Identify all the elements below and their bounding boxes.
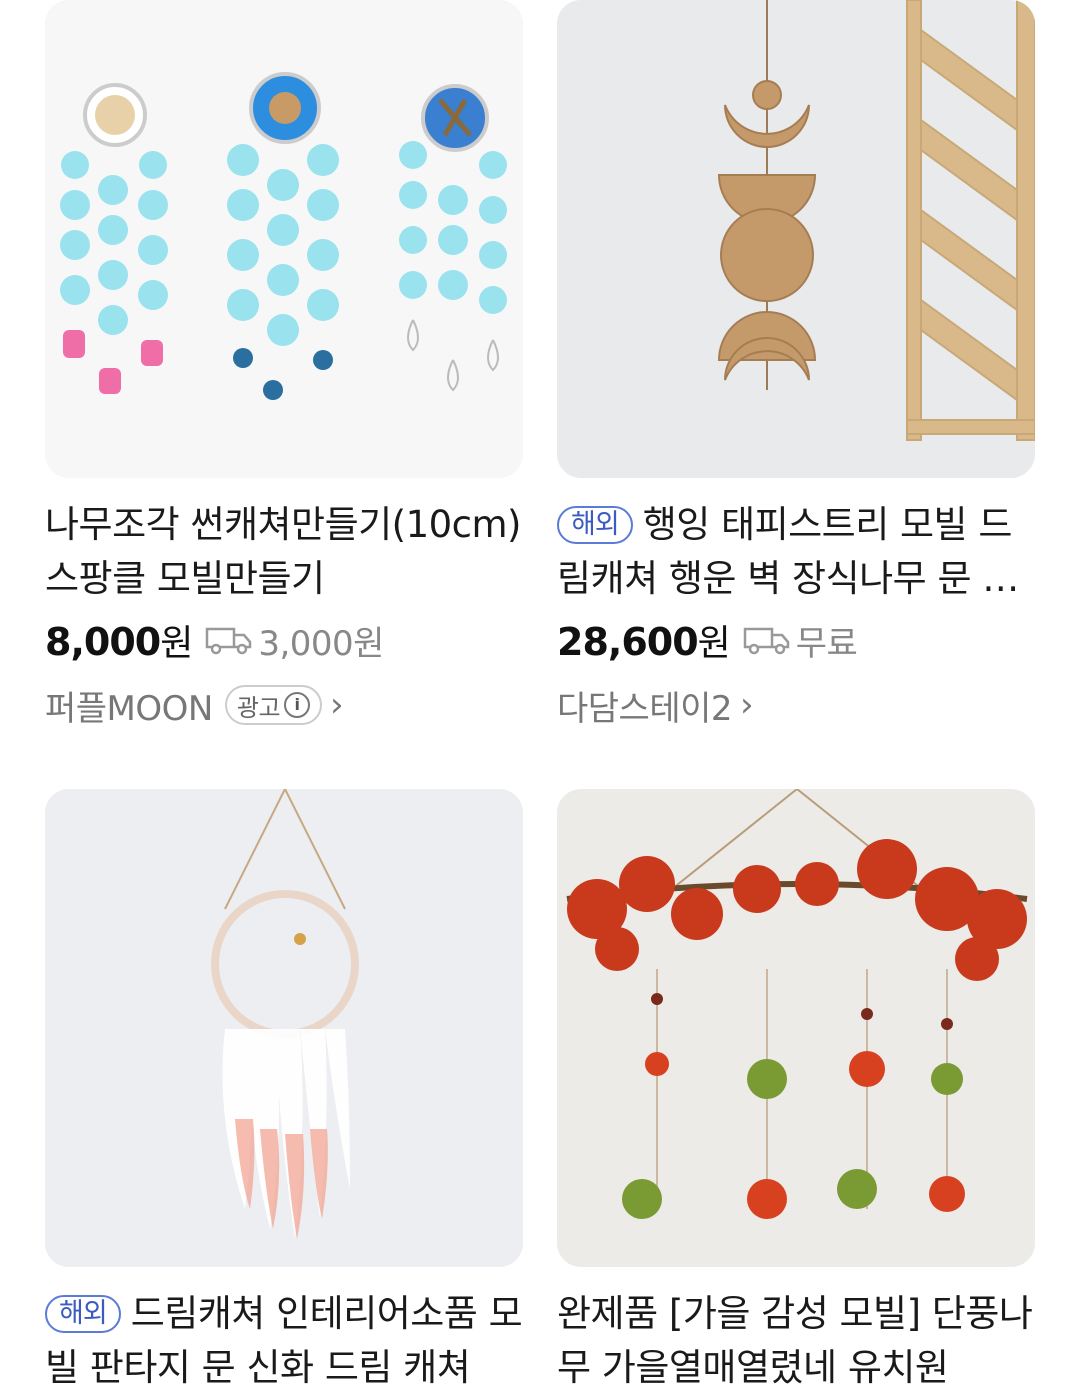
product-card[interactable]: 나무조각 썬캐쳐만들기(10cm) 스팡클 모빌만들기 8,000원 3,000…	[45, 0, 523, 730]
product-card[interactable]: 해외행잉 태피스트리 모빌 드림캐쳐 행운 벽 장식나무 문 모빌 28,600…	[557, 0, 1035, 730]
autumn-maple-mobile-image	[557, 789, 1035, 1267]
ad-badge[interactable]: 광고 i	[224, 685, 323, 725]
chevron-right-icon: ›	[330, 685, 344, 725]
pink-dreamcatcher-image	[45, 789, 523, 1267]
shipping-fee: 무료	[795, 623, 858, 664]
product-title[interactable]: 해외행잉 태피스트리 모빌 드림캐쳐 행운 벽 장식나무 문 모빌	[557, 498, 1035, 606]
chevron-right-icon: ›	[740, 685, 754, 725]
seller-name[interactable]: 퍼플MOON	[45, 681, 213, 730]
truck-icon	[206, 627, 252, 655]
sparkle-suncatcher-image	[45, 0, 523, 478]
shipping-fee: 3,000원	[258, 623, 384, 664]
wooden-moon-phase-image	[557, 0, 1035, 478]
product-image[interactable]	[45, 789, 523, 1267]
price-row: 8,000원 3,000원	[45, 614, 523, 666]
seller-row[interactable]: 퍼플MOON 광고 i ›	[45, 680, 523, 730]
product-card[interactable]: 해외 드림캐쳐 인테리어소품 모빌 판타지 문 신화 드림 캐쳐	[45, 789, 523, 1395]
product-title[interactable]: 나무조각 썬캐쳐만들기(10cm) 스팡클 모빌만들기	[45, 498, 523, 606]
overseas-badge: 해외	[45, 1295, 121, 1333]
price: 28,600원	[557, 620, 731, 664]
product-image[interactable]	[45, 0, 523, 478]
product-image[interactable]	[557, 0, 1035, 478]
product-card[interactable]: 완제품 [가을 감성 모빌] 단풍나무 가을열매열렸네 유치원	[557, 789, 1035, 1395]
product-image[interactable]	[557, 789, 1035, 1267]
seller-row[interactable]: 다담스테이2 ›	[557, 680, 1035, 730]
seller-name[interactable]: 다담스테이2	[557, 681, 733, 730]
truck-icon	[743, 627, 790, 655]
price: 8,000원	[45, 620, 193, 664]
overseas-badge: 해외	[557, 506, 633, 544]
info-icon: i	[284, 692, 311, 718]
product-title[interactable]: 해외 드림캐쳐 인테리어소품 모빌 판타지 문 신화 드림 캐쳐	[45, 1287, 523, 1395]
price-row: 28,600원 무료	[557, 614, 1035, 666]
product-title[interactable]: 완제품 [가을 감성 모빌] 단풍나무 가을열매열렸네 유치원	[557, 1287, 1035, 1395]
